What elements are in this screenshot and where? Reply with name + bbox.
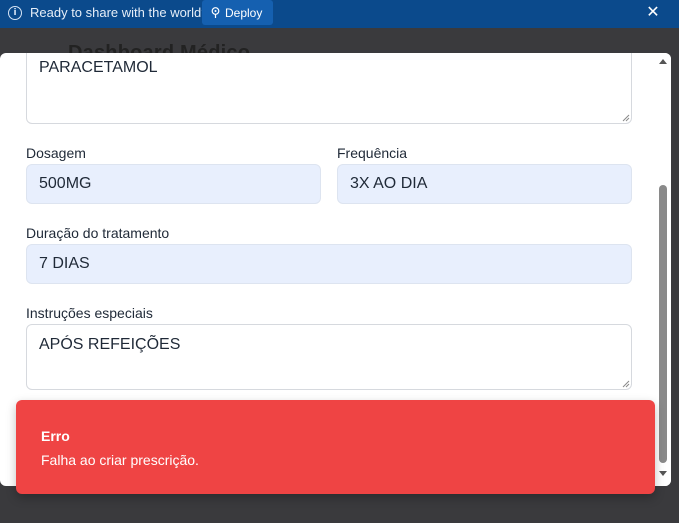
- deploy-button-label: Deploy: [225, 5, 263, 20]
- resize-grip-icon[interactable]: [622, 380, 630, 388]
- duration-value: 7 DIAS: [39, 255, 90, 272]
- duration-input[interactable]: 7 DIAS: [26, 244, 632, 284]
- deploy-banner: i Ready to share with the world? Deploy …: [0, 0, 679, 28]
- error-toast[interactable]: Erro Falha ao criar prescrição.: [16, 400, 655, 494]
- instructions-value: APÓS REFEIÇÕES: [39, 336, 181, 353]
- deploy-button[interactable]: Deploy: [202, 0, 273, 25]
- medication-value: PARACETAMOL: [39, 59, 158, 76]
- scrollbar-thumb[interactable]: [659, 185, 667, 463]
- toast-message: Falha ao criar prescrição.: [41, 452, 199, 468]
- dosage-value: 500MG: [39, 175, 92, 192]
- instructions-label: Instruções especiais: [26, 305, 153, 321]
- duration-label: Duração do tratamento: [26, 225, 170, 241]
- scroll-down-arrow-icon[interactable]: [659, 471, 667, 476]
- deploy-banner-message: Ready to share with the world?: [30, 5, 209, 20]
- dosage-label: Dosagem: [26, 145, 86, 161]
- medication-field[interactable]: PARACETAMOL: [26, 53, 632, 124]
- resize-grip-icon[interactable]: [622, 114, 630, 122]
- frequency-value: 3X AO DIA: [350, 175, 428, 192]
- toast-title: Erro: [41, 428, 70, 444]
- dosage-input[interactable]: 500MG: [26, 164, 321, 204]
- info-icon: i: [8, 6, 22, 20]
- frequency-input[interactable]: 3X AO DIA: [337, 164, 632, 204]
- deploy-pin-icon: [211, 7, 220, 18]
- close-banner-icon[interactable]: ✕: [645, 4, 661, 20]
- scroll-up-arrow-icon[interactable]: [659, 59, 667, 64]
- modal-scrollbar[interactable]: [655, 53, 671, 486]
- instructions-field[interactable]: APÓS REFEIÇÕES: [26, 324, 632, 390]
- frequency-label: Frequência: [337, 145, 408, 161]
